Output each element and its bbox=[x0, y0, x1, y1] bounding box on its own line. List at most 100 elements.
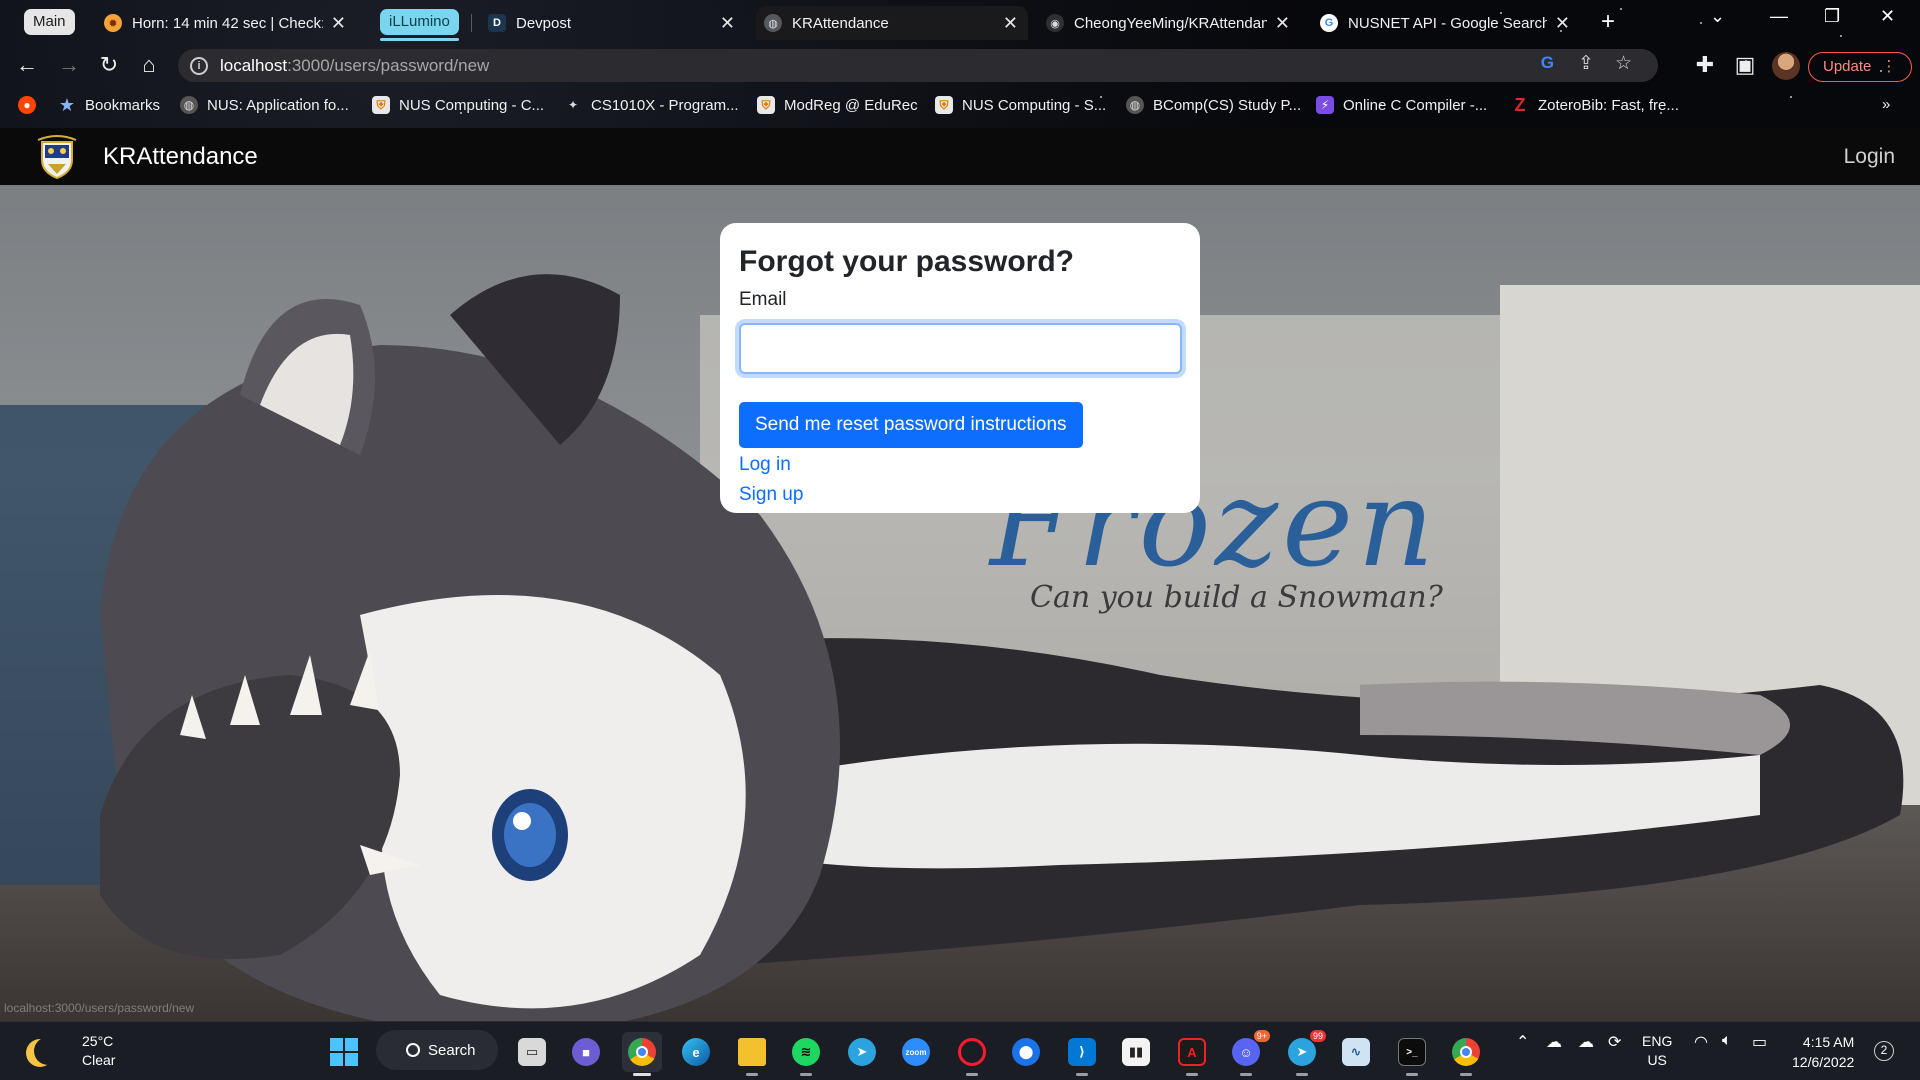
telegram-badge: 99 bbox=[1309, 1030, 1326, 1042]
folder-icon bbox=[738, 1038, 766, 1066]
side-panel-icon[interactable]: ▣ bbox=[1732, 52, 1758, 78]
tab-horn[interactable]: ✹ Horn: 14 min 42 sec | Check: 3 ✕ bbox=[96, 6, 356, 40]
nus-crest-icon: ⛨ bbox=[372, 96, 390, 114]
email-field[interactable] bbox=[739, 323, 1182, 374]
nav-login-link[interactable]: Login bbox=[1844, 145, 1895, 169]
notification-badge[interactable]: 2 bbox=[1874, 1041, 1894, 1061]
vscode-icon: ⟩ bbox=[1068, 1038, 1096, 1066]
edge-icon: e bbox=[682, 1038, 710, 1066]
tab-group-main[interactable]: Main bbox=[24, 9, 75, 35]
file-explorer-button[interactable] bbox=[732, 1032, 772, 1076]
terminal-button[interactable]: >_ bbox=[1392, 1032, 1432, 1076]
reload-icon[interactable]: ↻ bbox=[96, 52, 122, 78]
close-tab-icon[interactable]: ✕ bbox=[331, 13, 346, 34]
bookmark-nus-computing-s[interactable]: ⛨ NUS Computing - S... bbox=[935, 96, 1106, 114]
taskbar-search-button[interactable]: Search bbox=[376, 1030, 498, 1070]
volume-icon[interactable]: 🔈︎ bbox=[1722, 1032, 1732, 1050]
log-in-link[interactable]: Log in bbox=[739, 450, 1181, 480]
minimize-button[interactable]: — bbox=[1770, 6, 1788, 27]
wifi-icon[interactable]: ◠ bbox=[1694, 1032, 1708, 1052]
twitch-button[interactable]: ▮▮ bbox=[1116, 1032, 1156, 1072]
bookmarks-overflow-button[interactable]: » bbox=[1882, 96, 1890, 113]
battery-icon[interactable]: ▭ bbox=[1752, 1032, 1767, 1052]
sign-up-link[interactable]: Sign up bbox=[739, 480, 1181, 510]
bookmark-nus-computing-c[interactable]: ⛨ NUS Computing - C... bbox=[372, 96, 544, 114]
bookmark-zoterobib[interactable]: Z ZoteroBib: Fast, fre... bbox=[1511, 95, 1679, 115]
tab-group-illumino[interactable]: iLLumino bbox=[380, 9, 459, 41]
maps-button[interactable]: ⬤ bbox=[1006, 1032, 1046, 1072]
site-info-icon[interactable]: i bbox=[190, 56, 208, 75]
chrome-taskbar-button[interactable] bbox=[622, 1032, 662, 1076]
profile-avatar[interactable] bbox=[1772, 52, 1800, 80]
bookmark-bcomp[interactable]: ◍ BComp(CS) Study P... bbox=[1126, 96, 1301, 114]
extensions-puzzle-icon[interactable]: ✚ bbox=[1692, 52, 1718, 78]
active-indicator bbox=[633, 1073, 651, 1076]
nus-crest-icon: ⛨ bbox=[935, 96, 953, 114]
home-icon[interactable]: ⌂ bbox=[136, 52, 162, 78]
tab-title: Devpost bbox=[516, 14, 572, 32]
forward-arrow-icon[interactable]: → bbox=[56, 52, 82, 78]
telegram-button[interactable]: ➤ bbox=[842, 1032, 882, 1072]
back-arrow-icon[interactable]: ← bbox=[14, 52, 40, 78]
close-tab-icon[interactable]: ✕ bbox=[720, 13, 735, 34]
vscode-button[interactable]: ⟩ bbox=[1062, 1032, 1102, 1076]
nus-crest-icon: ⛨ bbox=[757, 96, 775, 114]
map-pin-icon: ⬤ bbox=[1012, 1038, 1040, 1066]
windows-start-button[interactable] bbox=[324, 1032, 364, 1072]
close-tab-icon[interactable]: ✕ bbox=[1555, 13, 1570, 34]
resource-monitor-button[interactable]: ∿ bbox=[1336, 1032, 1376, 1072]
bookmarks-folder[interactable]: ★ Bookmarks bbox=[58, 95, 160, 115]
open-indicator bbox=[1186, 1073, 1198, 1076]
telegram-desktop-icon: ➤ bbox=[1288, 1038, 1316, 1066]
fire-favicon-icon: ✹ bbox=[104, 14, 122, 32]
close-window-button[interactable]: ✕ bbox=[1880, 6, 1895, 27]
opera-button[interactable] bbox=[952, 1032, 992, 1076]
browser-toolbar: ← → ↻ ⌂ i localhost:3000/users/password/… bbox=[0, 44, 1920, 86]
language-indicator[interactable]: ENG US bbox=[1642, 1032, 1672, 1070]
site-brand[interactable]: KRAttendance bbox=[103, 143, 258, 171]
bookmark-nus-application[interactable]: ◍ NUS: Application fo... bbox=[180, 96, 349, 114]
sync-icon[interactable]: ⟳ bbox=[1608, 1032, 1621, 1052]
bookmark-label: BComp(CS) Study P... bbox=[1153, 96, 1302, 114]
bookmark-label: ModReg @ EduRec bbox=[784, 96, 918, 114]
telegram-desktop-button[interactable]: ➤ 99 bbox=[1282, 1030, 1326, 1076]
teams-chat-button[interactable]: ■ bbox=[566, 1032, 606, 1072]
google-lens-icon[interactable]: G bbox=[1541, 53, 1554, 73]
bookmark-cs1010x[interactable]: ✦ CS1010X - Program... bbox=[564, 96, 739, 114]
task-view-button[interactable]: ▭ bbox=[512, 1032, 552, 1072]
vpn-cloud-icon[interactable]: ☁ bbox=[1578, 1032, 1594, 1052]
share-icon[interactable]: ⇪ bbox=[1578, 52, 1594, 75]
chrome-profile-button[interactable] bbox=[1446, 1032, 1486, 1076]
tray-overflow-chevron-icon[interactable]: ⌃ bbox=[1516, 1032, 1529, 1052]
discord-button[interactable]: ☺ 9+ bbox=[1226, 1030, 1270, 1076]
send-reset-instructions-button[interactable]: Send me reset password instructions bbox=[739, 402, 1083, 448]
zoom-button[interactable]: zoom bbox=[896, 1032, 936, 1072]
restore-button[interactable]: ❐ bbox=[1824, 6, 1840, 27]
reddit-bookmark[interactable]: ● bbox=[18, 96, 45, 114]
tab-google-search[interactable]: G NUSNET API - Google Search ✕ bbox=[1312, 6, 1580, 40]
globe-icon: ◍ bbox=[180, 96, 198, 114]
tab-krattendance[interactable]: ◍ KRAttendance ✕ bbox=[756, 6, 1028, 40]
email-label: Email bbox=[739, 289, 787, 310]
close-tab-icon[interactable]: ✕ bbox=[1275, 13, 1290, 34]
tab-devpost[interactable]: D Devpost ✕ bbox=[480, 6, 745, 40]
spotify-icon: ≋ bbox=[792, 1038, 820, 1066]
system-clock[interactable]: 4:15 AM 12/6/2022 bbox=[1792, 1032, 1854, 1072]
browser-chrome: Main ✹ Horn: 14 min 42 sec | Check: 3 ✕ … bbox=[0, 0, 1920, 128]
tab-github[interactable]: ◉ CheongYeeMing/KRAttendance ✕ bbox=[1038, 6, 1300, 40]
new-tab-button[interactable]: + bbox=[1601, 8, 1615, 36]
bookmark-modreg[interactable]: ⛨ ModReg @ EduRec bbox=[757, 96, 918, 114]
hall-crest-logo[interactable] bbox=[36, 134, 78, 180]
reddit-icon: ● bbox=[18, 96, 36, 114]
tab-search-icon[interactable]: ⌄ bbox=[1710, 6, 1725, 27]
chrome-icon bbox=[628, 1038, 656, 1066]
address-bar[interactable]: i localhost:3000/users/password/new G ⇪ … bbox=[178, 49, 1658, 82]
close-tab-icon[interactable]: ✕ bbox=[1003, 13, 1018, 34]
acrobat-button[interactable]: A bbox=[1172, 1032, 1212, 1076]
update-button[interactable]: Update ⋮ bbox=[1808, 52, 1912, 82]
spotify-button[interactable]: ≋ bbox=[786, 1032, 826, 1076]
bookmark-online-c-compiler[interactable]: ⚡ Online C Compiler -... bbox=[1316, 96, 1487, 114]
bookmark-star-icon[interactable]: ☆ bbox=[1615, 52, 1632, 75]
onedrive-icon[interactable]: ☁ bbox=[1546, 1032, 1562, 1052]
edge-taskbar-button[interactable]: e bbox=[676, 1032, 716, 1072]
